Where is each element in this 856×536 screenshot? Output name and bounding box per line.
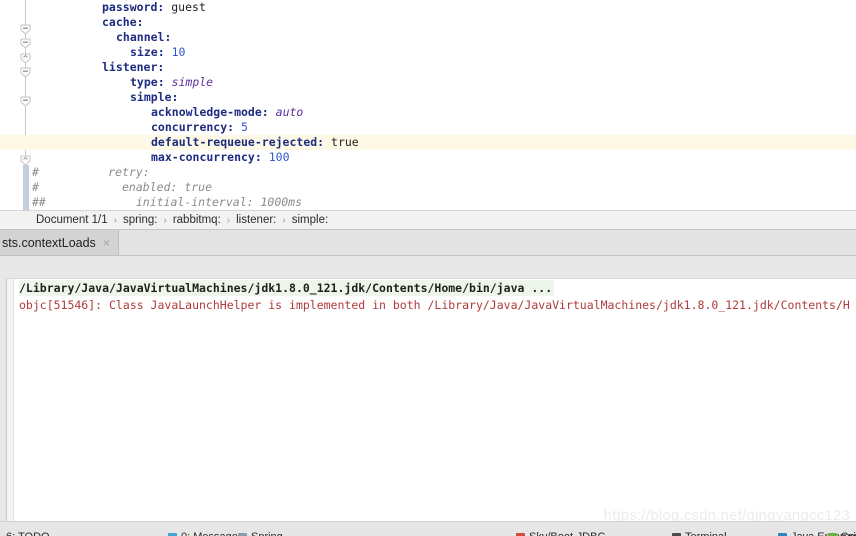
- token-key: simple: [130, 90, 172, 104]
- editor-line[interactable]: type: simple: [0, 75, 856, 90]
- tool-window-label: 0: Messages: [181, 531, 243, 536]
- editor-line[interactable]: password: guest: [0, 0, 856, 15]
- tab-contextLoads[interactable]: sts.contextLoads ×: [0, 230, 119, 255]
- token-key: default-requeue-rejected: [151, 135, 318, 149]
- chevron-right-icon: ›: [113, 214, 117, 226]
- token-comment: # enabled: true: [32, 180, 213, 194]
- editor-line[interactable]: channel:: [0, 30, 856, 45]
- tool-window-label: Spring: [841, 531, 856, 536]
- ide-window: password: guest cache: channel: size: 10 lis…: [0, 0, 856, 536]
- token-italic: simple: [164, 75, 214, 89]
- token-key: size: [130, 45, 158, 59]
- token-num: 5: [234, 120, 248, 134]
- token-colon: :: [164, 30, 172, 44]
- comment-block-marker: [23, 180, 29, 195]
- token-key: acknowledge-mode: [151, 105, 262, 119]
- token-key: cache: [102, 15, 137, 29]
- tool-window-button[interactable]: Sky/Boot-JDBC ...: [516, 531, 618, 536]
- token-key: type: [130, 75, 158, 89]
- comment-block-marker: [23, 195, 29, 210]
- run-console-panel: /Library/Java/JavaVirtualMachines/jdk1.8…: [0, 256, 856, 521]
- console-command-line: /Library/Java/JavaVirtualMachines/jdk1.8…: [19, 280, 555, 296]
- token-key: max-concurrency: [151, 150, 255, 164]
- editor-line[interactable]: concurrency: 5: [0, 120, 856, 135]
- tool-window-icon: [238, 532, 247, 536]
- tool-window-icon: [168, 532, 177, 536]
- editor-line[interactable]: simple:: [0, 90, 856, 105]
- token-key: listener: [102, 60, 158, 74]
- yaml-editor[interactable]: password: guest cache: channel: size: 10 lis…: [0, 0, 856, 210]
- editor-line[interactable]: max-concurrency: 100: [0, 150, 856, 165]
- breadcrumb[interactable]: Document 1/1 › spring: › rabbitmq: › listener:…: [0, 210, 856, 230]
- chevron-right-icon: ›: [226, 214, 231, 226]
- close-icon[interactable]: ×: [103, 237, 110, 249]
- tool-window-label: Terminal: [685, 531, 727, 536]
- token-colon: :: [254, 150, 262, 164]
- editor-line[interactable]: listener:: [0, 60, 856, 75]
- editor-line[interactable]: # enabled: true: [0, 180, 856, 195]
- token-comment: # retry:: [32, 165, 150, 179]
- tool-window-icon: [672, 532, 681, 536]
- token-key: concurrency: [151, 120, 228, 134]
- breadcrumb-item[interactable]: Document 1/1: [36, 214, 108, 226]
- token-plain: true: [324, 135, 359, 149]
- tool-window-label: 6: TODO: [6, 531, 50, 536]
- tool-window-label: Sky/Boot-JDBC ...: [529, 531, 618, 536]
- editor-line[interactable]: acknowledge-mode: auto: [0, 105, 856, 120]
- console-output[interactable]: /Library/Java/JavaVirtualMachines/jdk1.8…: [6, 278, 856, 521]
- console-error-line: objc[51546]: Class JavaLaunchHelper is i…: [19, 298, 850, 312]
- console-gutter: [7, 279, 14, 521]
- bottom-tool-window-bar[interactable]: 6: TODO 0: Messages Spring Sky/Boot-JDBC ..…: [0, 521, 856, 536]
- tool-window-icon: [516, 532, 525, 536]
- token-colon: :: [171, 90, 179, 104]
- token-colon: :: [261, 105, 269, 119]
- breadcrumb-item[interactable]: spring:: [123, 214, 158, 226]
- breadcrumb-item[interactable]: rabbitmq:: [173, 214, 221, 226]
- tool-window-label: Spring: [251, 531, 283, 536]
- tool-window-button[interactable]: 6: TODO: [6, 531, 50, 536]
- token-colon: :: [157, 45, 165, 59]
- editor-line-list[interactable]: password: guest cache: channel: size: 10 lis…: [0, 0, 856, 210]
- breadcrumb-item[interactable]: simple:: [292, 214, 328, 226]
- token-comment: ## initial-interval: 1000ms: [32, 195, 303, 209]
- token-key: channel: [116, 30, 165, 44]
- comment-block-marker: [23, 165, 29, 180]
- token-colon: :: [157, 60, 165, 74]
- editor-line[interactable]: ## initial-interval: 1000ms: [0, 195, 856, 210]
- tool-window-button[interactable]: 0: Messages: [168, 531, 243, 536]
- editor-line[interactable]: cache:: [0, 15, 856, 30]
- tool-window-button[interactable]: Spring: [238, 531, 283, 536]
- editor-line[interactable]: # retry:: [0, 165, 856, 180]
- token-num: 10: [164, 45, 186, 59]
- editor-line[interactable]: default-requeue-rejected: true: [0, 135, 856, 150]
- console-line-list: /Library/Java/JavaVirtualMachines/jdk1.8…: [7, 279, 856, 313]
- token-num: 100: [261, 150, 290, 164]
- token-colon: :: [136, 15, 144, 29]
- token-key: password: [102, 0, 158, 14]
- tool-window-button[interactable]: Terminal: [672, 531, 727, 536]
- tool-window-icon: [778, 532, 787, 536]
- run-tab-strip[interactable]: sts.contextLoads ×: [0, 230, 856, 256]
- console-line-row: objc[51546]: Class JavaLaunchHelper is i…: [7, 297, 856, 313]
- token-plain: guest: [164, 0, 206, 14]
- editor-line[interactable]: size: 10: [0, 45, 856, 60]
- token-italic: auto: [268, 105, 304, 119]
- chevron-right-icon: ›: [163, 214, 167, 226]
- console-line-row: /Library/Java/JavaVirtualMachines/jdk1.8…: [7, 279, 856, 297]
- tool-window-icon: [828, 532, 837, 536]
- tab-label: sts.contextLoads: [2, 235, 96, 250]
- token-colon: :: [157, 75, 165, 89]
- chevron-right-icon: ›: [282, 214, 286, 226]
- breadcrumb-item[interactable]: listener:: [236, 214, 276, 226]
- tool-window-button[interactable]: Spring: [828, 531, 856, 536]
